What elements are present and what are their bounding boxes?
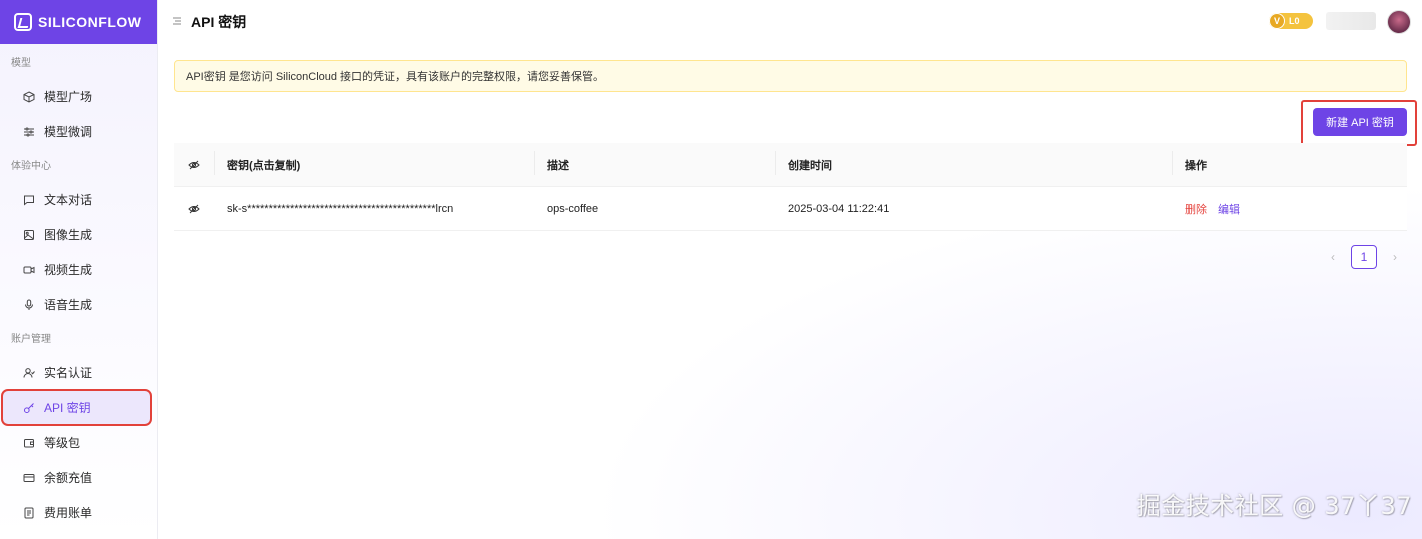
sidebar: SILICONFLOW 模型 模型广场 模型微调 体验中心 文本对话 图像生成 … xyxy=(0,0,158,539)
sidebar-item-label: 模型广场 xyxy=(44,90,93,104)
sidebar-item-image-gen[interactable]: 图像生成 xyxy=(2,217,151,252)
toggle-key-visibility-icon[interactable] xyxy=(174,203,214,215)
level-text: L0 xyxy=(1289,16,1300,26)
sidebar-item-billing[interactable]: 费用账单 xyxy=(2,495,151,530)
topbar: API 密钥 V L0 xyxy=(158,0,1422,44)
column-header-ops: 操作 xyxy=(1172,150,1407,175)
notice-text: API密钥 是您访问 SiliconCloud 接口的凭证，具有该账户的完整权限… xyxy=(186,71,605,83)
sidebar-item-model-square[interactable]: 模型广场 xyxy=(2,79,151,114)
sidebar-item-verification[interactable]: 实名认证 xyxy=(2,355,151,390)
section-title-models: 模型 xyxy=(11,58,31,69)
next-page-icon[interactable]: › xyxy=(1383,245,1407,269)
chat-icon xyxy=(23,194,35,206)
page-title: API 密钥 xyxy=(191,14,247,30)
prev-page-icon[interactable]: ‹ xyxy=(1321,245,1345,269)
column-header-desc: 描述 xyxy=(534,150,775,175)
page-number-current[interactable]: 1 xyxy=(1351,245,1377,269)
api-key-created-time: 2025-03-04 11:22:41 xyxy=(788,202,890,215)
sidebar-item-model-finetune[interactable]: 模型微调 xyxy=(2,114,151,149)
mic-icon xyxy=(23,299,35,311)
api-keys-table: 密钥(点击复制) 描述 创建时间 操作 sk-s****************… xyxy=(174,143,1407,231)
wallet-icon xyxy=(23,437,35,449)
vip-icon: V xyxy=(1269,13,1285,29)
table-row: sk-s************************************… xyxy=(174,187,1407,231)
sliders-icon xyxy=(23,126,35,138)
api-key-description: ops-coffee xyxy=(547,202,599,215)
receipt-icon xyxy=(23,507,35,519)
sidebar-item-label: 余额充值 xyxy=(44,471,93,485)
avatar[interactable] xyxy=(1387,10,1411,34)
new-api-key-button[interactable]: 新建 API 密钥 xyxy=(1313,108,1407,136)
brand-logo[interactable]: SILICONFLOW xyxy=(0,0,157,44)
table-header: 密钥(点击复制) 描述 创建时间 操作 xyxy=(174,143,1407,187)
column-header-key: 密钥(点击复制) xyxy=(214,150,534,175)
sidebar-item-text-chat[interactable]: 文本对话 xyxy=(2,182,151,217)
sidebar-item-label: API 密钥 xyxy=(44,401,91,415)
main-content: API 密钥 V L0 API密钥 是您访问 SiliconCloud 接口的凭… xyxy=(158,0,1422,539)
api-key-value[interactable]: sk-s************************************… xyxy=(214,203,534,215)
sidebar-item-label: 模型微调 xyxy=(44,125,93,139)
sidebar-item-level-package[interactable]: 等级包 xyxy=(2,425,151,460)
pagination: ‹ 1 › xyxy=(1321,245,1407,269)
cube-icon xyxy=(23,90,35,103)
sidebar-item-label: 语音生成 xyxy=(44,298,93,312)
sidebar-item-voice-gen[interactable]: 语音生成 xyxy=(2,287,151,322)
api-key-actions: 删除 编辑 xyxy=(1172,201,1407,217)
watermark: 掘金技术社区 @ 37丫37 xyxy=(1136,492,1412,520)
sidebar-item-label: 图像生成 xyxy=(44,228,93,242)
column-header-created: 创建时间 xyxy=(775,150,1172,175)
user-check-icon xyxy=(23,367,35,379)
sidebar-item-recharge[interactable]: 余额充值 xyxy=(2,460,151,495)
sidebar-item-label: 实名认证 xyxy=(44,366,93,380)
api-key-notice: API密钥 是您访问 SiliconCloud 接口的凭证，具有该账户的完整权限… xyxy=(174,60,1407,92)
credit-card-icon xyxy=(23,472,35,484)
sidebar-item-label: 等级包 xyxy=(44,436,81,450)
video-icon xyxy=(23,264,35,276)
sidebar-item-label: 费用账单 xyxy=(44,506,93,520)
toggle-visibility-all-icon[interactable] xyxy=(174,159,214,171)
section-title-account: 账户管理 xyxy=(11,334,51,345)
edit-link[interactable]: 编辑 xyxy=(1218,201,1240,217)
sidebar-item-label: 视频生成 xyxy=(44,263,93,277)
new-key-highlight: 新建 API 密钥 xyxy=(1301,100,1417,146)
user-name-redacted[interactable] xyxy=(1326,12,1376,30)
siliconflow-logo-icon xyxy=(14,13,32,31)
brand-name: SILICONFLOW xyxy=(38,14,142,30)
menu-collapse-icon[interactable] xyxy=(172,16,182,29)
sidebar-item-video-gen[interactable]: 视频生成 xyxy=(2,252,151,287)
image-icon xyxy=(23,229,35,241)
delete-link[interactable]: 删除 xyxy=(1185,201,1207,217)
key-icon xyxy=(23,402,35,414)
level-badge[interactable]: V L0 xyxy=(1269,13,1313,29)
sidebar-item-api-keys[interactable]: API 密钥 xyxy=(1,389,152,426)
section-title-experience: 体验中心 xyxy=(11,161,51,172)
sidebar-item-label: 文本对话 xyxy=(44,193,93,207)
